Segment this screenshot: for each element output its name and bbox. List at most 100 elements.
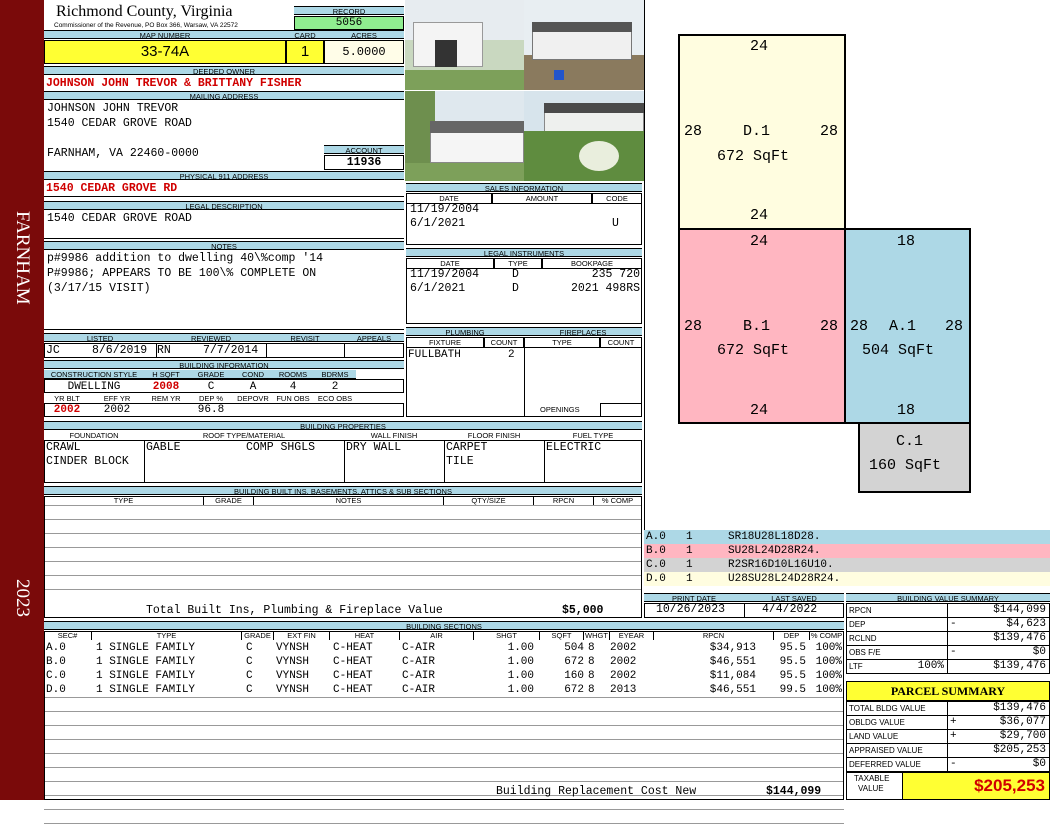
parcel-value-4: $0 xyxy=(1032,758,1046,770)
props-div-2 xyxy=(344,440,345,483)
listed-header: LISTED xyxy=(44,333,156,342)
c-area: 160 SqFt xyxy=(869,457,942,474)
b-area: 672 SqFt xyxy=(717,342,790,359)
taxable-value: $205,253 xyxy=(902,772,1050,800)
card-header: CARD xyxy=(286,30,324,39)
roof-1: GABLE xyxy=(146,441,181,454)
acres-header: ACRES xyxy=(324,30,404,39)
legend-code-1: SU28L24D28R24. xyxy=(728,545,821,557)
bvs-value-1: $4,623 xyxy=(1006,618,1046,630)
parcel-label-0: TOTAL BLDG VALUE xyxy=(849,704,926,713)
bvs-value-3: $0 xyxy=(1032,646,1046,658)
legend-row-1 xyxy=(644,544,1050,558)
mail-line-3: FARNHAM, VA 22460-0000 xyxy=(47,147,199,160)
legal-description: 1540 CEDAR GROVE ROAD xyxy=(47,212,192,225)
d-right-dim: 28 xyxy=(820,123,839,140)
bi-box1 xyxy=(44,379,404,393)
bi-h2-5: FUN OBS xyxy=(272,394,314,403)
props-div-1 xyxy=(144,440,145,483)
reviewer: RN xyxy=(157,344,171,357)
legend-row-0 xyxy=(644,530,1050,544)
sales-table: DATE AMOUNT CODE 11/19/2004 6/1/2021 U xyxy=(406,193,642,245)
builtins-header: BUILDING BUILT INS, BASEMENTS, ATTICS & … xyxy=(44,486,642,495)
bi-h1-0: CONSTRUCTION STYLE xyxy=(44,370,144,379)
plumb-divider xyxy=(524,347,525,417)
legend-code-0: SR18U28L18D28. xyxy=(728,531,821,543)
builtins-box xyxy=(44,496,642,618)
parcel-summary-title: PARCEL SUMMARY xyxy=(846,681,1050,701)
account-header: ACCOUNT xyxy=(324,145,404,154)
legend-sec-2: C.0 xyxy=(646,559,666,571)
d-top-dim: 24 xyxy=(750,38,769,55)
bvs-label-2: RCLND xyxy=(849,634,877,643)
bvs-label-4: LTF xyxy=(849,662,863,671)
building-info-grid: CONSTRUCTION STYLE DWELLING H SQFT 2008 GRAD… xyxy=(44,370,404,418)
a-left-dim: 28 xyxy=(850,318,869,335)
parcel-label-1: OBLDG VALUE xyxy=(849,718,905,727)
bvs-value-4: $139,476 xyxy=(993,660,1046,672)
card-number: 1 xyxy=(286,40,324,64)
mailing-header: MAILING ADDRESS xyxy=(44,91,404,100)
props-col-0: FOUNDATION xyxy=(69,431,119,440)
instruments-table: DATE TYPE BOOKPAGE 11/19/2004 D 235 720 6/1/20… xyxy=(406,258,642,324)
address-header: PHYSICAL 911 ADDRESS xyxy=(44,171,404,180)
parcel-label-4: DEFERRED VALUE xyxy=(849,760,921,769)
openings-box xyxy=(600,403,642,417)
sales-header: SALES INFORMATION xyxy=(406,183,642,192)
builtins-total: $5,000 xyxy=(562,604,604,617)
a-bottom-dim: 18 xyxy=(897,402,916,419)
fireplaces-header: FIREPLACES xyxy=(524,327,642,336)
photo-rear xyxy=(405,91,524,181)
legend-sec-1: B.0 xyxy=(646,545,666,557)
properties-table: FOUNDATION ROOF TYPE/MATERIAL WALL FINISH F… xyxy=(44,431,642,483)
sketch-legend: A.0 1 SR18U28L18D28. B.0 1 SU28L24D28R24. C.0 1… xyxy=(644,530,1050,590)
parcel-value-2: $29,700 xyxy=(999,730,1046,742)
legend-n-1: 1 xyxy=(686,545,693,557)
physical-address: 1540 CEDAR GROVE RD xyxy=(46,182,178,195)
bi-h2-6: ECO OBS xyxy=(314,394,356,403)
taxable-label-1: TAXABLE xyxy=(854,774,890,783)
bvs-extra-4: 100% xyxy=(917,660,944,672)
a-area: 504 SqFt xyxy=(862,342,935,359)
print-date: 10/26/2023 xyxy=(656,603,726,616)
owner-header: DEEDED OWNER xyxy=(44,66,404,75)
legend-row-2 xyxy=(644,558,1050,572)
last-saved-header: LAST SAVED xyxy=(744,593,844,602)
notes-line-1: p#9986 addition to dwelling 40\%comp '14 xyxy=(47,252,324,265)
sales-box xyxy=(406,203,642,245)
sections-box xyxy=(44,631,844,800)
a-top-dim: 18 xyxy=(897,233,916,250)
builtins-table: TYPE GRADE NOTES QTY/SIZE RPCN% COMP xyxy=(44,496,642,618)
b-right-dim: 28 xyxy=(820,318,839,335)
account-value: 11936 xyxy=(324,155,404,170)
b-label: B.1 xyxy=(743,318,771,335)
print-date-header: PRINT DATE xyxy=(644,593,744,602)
roof-2: COMP SHGLS xyxy=(246,441,316,454)
floor-plan-sketch xyxy=(678,34,971,493)
bi-h1-3: COND xyxy=(234,370,272,379)
photo-side xyxy=(524,0,644,90)
bi-h1-4: ROOMS xyxy=(272,370,314,379)
bvs-label-3: OBS F/E xyxy=(849,648,881,657)
c-label: C.1 xyxy=(896,433,924,450)
notes-line-2: P#9986; APPEARS TO BE 100\% COMPLETE ON xyxy=(47,267,317,280)
bi-h2-4: DEPOVR xyxy=(234,394,272,403)
building-info-header: BUILDING INFORMATION xyxy=(44,360,404,369)
bvs-value-2: $139,476 xyxy=(993,632,1046,644)
d-left-dim: 28 xyxy=(684,123,703,140)
parcel-table: TOTAL BLDG VALUE $139,476 OBLDG VALUE + $36,… xyxy=(846,701,1050,772)
sections-table: SEC# TYPE GRADE EXT FIN HEAT AIR SHGT SQFT WHGT E… xyxy=(44,631,844,824)
bi-box2 xyxy=(44,403,404,417)
a-label: A.1 xyxy=(889,318,917,335)
town-label: FARNHAM xyxy=(12,211,33,305)
properties-header: BUILDING PROPERTIES xyxy=(44,421,642,430)
listed-date: 8/6/2019 xyxy=(92,344,148,357)
wall-finish: DRY WALL xyxy=(346,441,402,454)
map-number: 33-74A xyxy=(44,40,286,64)
brcn-label: Building Replacement Cost New xyxy=(496,785,697,798)
photo-garden xyxy=(524,91,644,181)
taxable-label-2: VALUE xyxy=(858,784,884,793)
d-label: D.1 xyxy=(743,123,771,140)
bvs-label-1: DEP xyxy=(849,620,866,629)
record-header: RECORD xyxy=(294,6,404,15)
